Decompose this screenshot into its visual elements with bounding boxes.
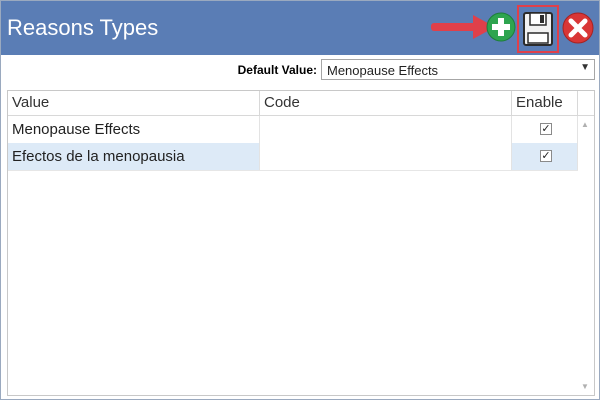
enable-checkbox[interactable]: ✓ (540, 123, 552, 135)
vertical-scrollbar[interactable]: ▲ ▼ (579, 116, 594, 395)
reasons-types-window: Reasons Types Default Value: Menopause E… (0, 0, 600, 400)
grid-header: Value Code Enable (8, 91, 594, 116)
default-value-select[interactable]: Menopause Effects ▼ (321, 59, 595, 80)
column-header-code[interactable]: Code (260, 91, 512, 115)
enable-checkbox[interactable]: ✓ (540, 150, 552, 162)
column-header-enable[interactable]: Enable (512, 91, 578, 115)
column-header-value[interactable]: Value (8, 91, 260, 115)
default-value-selected: Menopause Effects (327, 63, 439, 78)
table-row[interactable]: Menopause Effects ✓ (8, 116, 578, 144)
chevron-down-icon: ▼ (580, 62, 590, 73)
reasons-grid: Value Code Enable Menopause Effects ✓ Ef… (7, 90, 595, 396)
title-bar: Reasons Types (1, 1, 599, 55)
default-value-label: Default Value: (237, 63, 317, 77)
close-button[interactable] (561, 11, 595, 45)
cell-value[interactable]: Efectos de la menopausia (8, 143, 260, 170)
save-button[interactable] (517, 5, 559, 53)
cell-code[interactable] (260, 143, 512, 170)
default-value-row: Default Value: Menopause Effects ▼ (1, 57, 599, 83)
scroll-down-icon[interactable]: ▼ (581, 382, 589, 391)
floppy-disk-icon (523, 12, 553, 46)
scroll-up-icon[interactable]: ▲ (581, 120, 589, 129)
add-button[interactable] (485, 11, 517, 43)
window-title: Reasons Types (7, 15, 159, 40)
cell-code[interactable] (260, 116, 512, 143)
table-row[interactable]: Efectos de la menopausia ✓ (8, 143, 578, 171)
cell-value[interactable]: Menopause Effects (8, 116, 260, 143)
